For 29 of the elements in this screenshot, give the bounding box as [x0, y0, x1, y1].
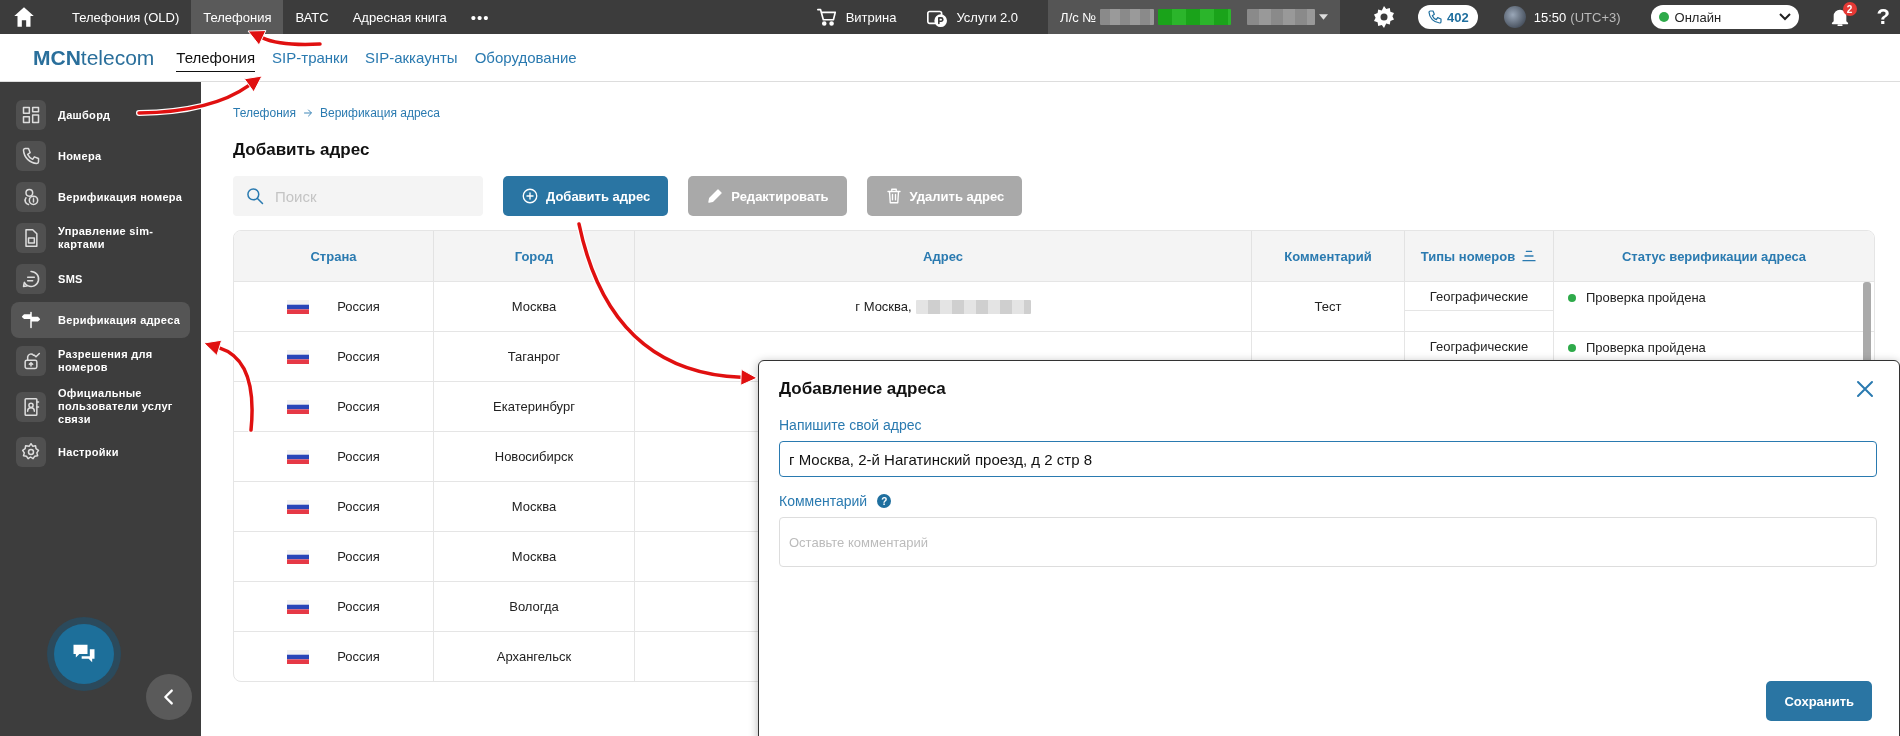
dialog-title: Добавление адреса: [779, 379, 946, 399]
table-cell: Географические: [1429, 288, 1529, 304]
page-title: Добавить адрес: [233, 140, 371, 160]
table-cell: Таганрог: [507, 349, 561, 364]
field-label: Напишите свой адрес: [779, 417, 922, 433]
notification-badge: 2: [1842, 2, 1857, 16]
table-cell: Москва: [511, 299, 557, 314]
table-cell: Тест: [1314, 299, 1342, 314]
table-cell: Москва: [511, 499, 557, 514]
table-cell: Вологда: [509, 599, 559, 614]
table-cell: г Москва,: [855, 299, 912, 314]
table-cell: Москва: [511, 549, 557, 564]
table-cell: Россия: [337, 599, 380, 614]
table-cell: Россия: [337, 299, 380, 314]
status-text: Проверка пройдена: [1586, 290, 1706, 305]
field-label: Комментарий: [779, 493, 868, 509]
table-cell: Россия: [337, 399, 380, 414]
table-cell: Екатеринбург: [493, 399, 575, 414]
table-cell: Новосибирск: [494, 449, 574, 464]
table-cell: Географические: [1429, 338, 1529, 354]
table-cell: Россия: [337, 549, 380, 564]
clock-time: 15:50: [1533, 9, 1567, 25]
table-cell: Архангельск: [496, 649, 572, 664]
timezone: (UTC+3): [1570, 9, 1621, 25]
table-cell: Россия: [337, 649, 380, 664]
table-cell: Россия: [337, 349, 380, 364]
table-cell: Россия: [337, 499, 380, 514]
table-cell: Россия: [337, 449, 380, 464]
status-text: Проверка пройдена: [1586, 340, 1706, 355]
